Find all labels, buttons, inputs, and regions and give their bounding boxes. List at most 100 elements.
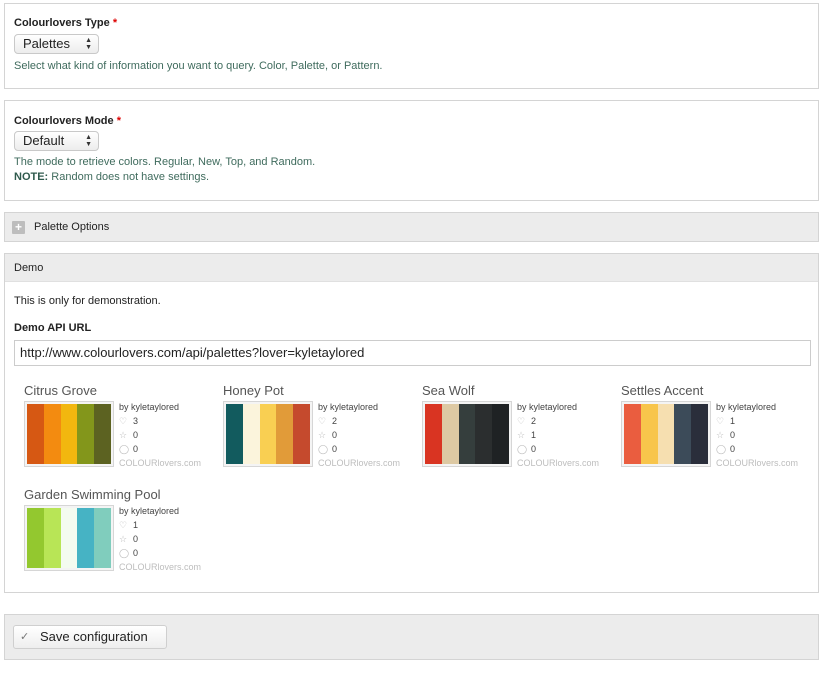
comment-icon: ◯ [517, 444, 528, 454]
palette-color-swatch [691, 404, 708, 464]
palette-color-swatch [640, 404, 658, 464]
like-count: 2 [332, 416, 338, 426]
palette-swatch[interactable] [24, 401, 114, 467]
check-icon: ✓ [20, 631, 30, 643]
comment-icon: ◯ [716, 444, 727, 454]
palette-color-swatch [60, 508, 78, 568]
comment-count: 0 [531, 444, 537, 454]
palette-meta: by kyletaylored ♡ 2 ☆ 1 ◯ 0 COLOURlovers.com [517, 400, 599, 470]
palette-color-swatch [425, 404, 442, 464]
favorite-count: 0 [332, 430, 338, 440]
star-icon: ☆ [517, 430, 526, 440]
palette-title[interactable]: Honey Pot [223, 383, 284, 398]
palette-swatch[interactable] [223, 401, 313, 467]
save-configuration-button[interactable]: ✓ Save configuration [13, 625, 167, 649]
palette-meta: by kyletaylored ♡ 3 ☆ 0 ◯ 0 COLOURlovers.com [119, 400, 201, 470]
type-fieldset: Colourlovers Type * Palettes ▲ ▼ Select w… [4, 3, 819, 89]
palette-swatch[interactable] [422, 401, 512, 467]
palette-author[interactable]: by kyletaylored [318, 400, 400, 414]
palette-color-swatch [293, 404, 310, 464]
demo-fieldset: Demo This is only for demonstration. Dem… [4, 253, 819, 593]
demo-intro: This is only for demonstration. [14, 295, 161, 307]
palette-swatch[interactable] [621, 401, 711, 467]
comment-count: 0 [133, 548, 139, 558]
like-count: 1 [133, 520, 139, 530]
palette-options-title: Palette Options [34, 221, 110, 233]
palette-author[interactable]: by kyletaylored [119, 400, 201, 414]
mode-select-value: Default [23, 133, 65, 148]
palette-color-swatch [242, 404, 260, 464]
comment-icon: ◯ [119, 548, 130, 558]
palette-color-swatch [226, 404, 243, 464]
palette-card[interactable]: Sea Wolf by kyletaylored ♡ 2 ☆ 1 ◯ 0 COLOURlover… [422, 383, 612, 481]
palette-color-swatch [475, 404, 493, 464]
palette-color-swatch [27, 508, 44, 568]
palette-color-swatch [94, 404, 111, 464]
favorite-count: 0 [133, 534, 139, 544]
palette-author[interactable]: by kyletaylored [119, 504, 201, 518]
palette-color-swatch [657, 404, 675, 464]
mode-select[interactable]: Default ▲ ▼ [14, 131, 99, 151]
palette-card[interactable]: Citrus Grove by kyletaylored ♡ 3 ☆ 0 ◯ 0 COLOURl… [24, 383, 214, 481]
palette-color-swatch [43, 404, 61, 464]
palette-color-swatch [492, 404, 509, 464]
palette-title[interactable]: Settles Accent [621, 383, 703, 398]
palette-meta: by kyletaylored ♡ 1 ☆ 0 ◯ 0 COLOURlovers.com [716, 400, 798, 470]
palette-color-swatch [458, 404, 476, 464]
palette-color-swatch [94, 508, 111, 568]
palette-color-swatch [77, 508, 95, 568]
expand-plus-icon: + [12, 221, 25, 234]
type-label: Colourlovers Type * [14, 17, 118, 29]
palette-card[interactable]: Garden Swimming Pool by kyletaylored ♡ 1 ☆ 0 ◯… [24, 487, 214, 585]
favorite-count: 0 [730, 430, 736, 440]
source-label[interactable]: COLOURlovers.com [716, 456, 798, 470]
palette-color-swatch [259, 404, 277, 464]
palette-color-swatch [77, 404, 95, 464]
api-url-input[interactable]: http://www.colourlovers.com/api/palettes… [14, 340, 811, 366]
palette-title[interactable]: Sea Wolf [422, 383, 475, 398]
source-label[interactable]: COLOURlovers.com [318, 456, 400, 470]
star-icon: ☆ [318, 430, 327, 440]
palette-author[interactable]: by kyletaylored [517, 400, 599, 414]
palette-card[interactable]: Settles Accent by kyletaylored ♡ 1 ☆ 0 ◯ 0 COLOU… [621, 383, 811, 481]
comment-count: 0 [332, 444, 338, 454]
palette-swatch[interactable] [24, 505, 114, 571]
heart-icon: ♡ [318, 416, 327, 426]
palette-title[interactable]: Garden Swimming Pool [24, 487, 161, 502]
palette-author[interactable]: by kyletaylored [716, 400, 798, 414]
heart-icon: ♡ [517, 416, 526, 426]
mode-note: NOTE: Random does not have settings. [14, 171, 210, 183]
palette-color-swatch [60, 404, 78, 464]
select-arrows-icon: ▲ ▼ [85, 134, 92, 148]
palette-options-toggle[interactable]: + Palette Options [4, 212, 819, 242]
star-icon: ☆ [119, 430, 128, 440]
star-icon: ☆ [716, 430, 725, 440]
heart-icon: ♡ [716, 416, 725, 426]
comment-count: 0 [133, 444, 139, 454]
palette-color-swatch [27, 404, 44, 464]
mode-label: Colourlovers Mode * [14, 115, 121, 127]
api-url-label: Demo API URL [14, 322, 92, 334]
source-label[interactable]: COLOURlovers.com [119, 456, 201, 470]
demo-header: Demo [5, 254, 818, 282]
palette-color-swatch [276, 404, 294, 464]
palette-color-swatch [674, 404, 692, 464]
type-select[interactable]: Palettes ▲ ▼ [14, 34, 99, 54]
mode-fieldset: Colourlovers Mode * Default ▲ ▼ The mode … [4, 100, 819, 201]
favorite-count: 1 [531, 430, 537, 440]
palette-color-swatch [43, 508, 61, 568]
mode-description: The mode to retrieve colors. Regular, Ne… [14, 156, 316, 168]
type-description: Select what kind of information you want… [14, 60, 383, 72]
comment-count: 0 [730, 444, 736, 454]
palette-title[interactable]: Citrus Grove [24, 383, 97, 398]
like-count: 3 [133, 416, 139, 426]
source-label[interactable]: COLOURlovers.com [517, 456, 599, 470]
demo-title: Demo [14, 262, 44, 274]
type-select-value: Palettes [23, 36, 70, 51]
palette-card[interactable]: Honey Pot by kyletaylored ♡ 2 ☆ 0 ◯ 0 COLOURlove… [223, 383, 413, 481]
favorite-count: 0 [133, 430, 139, 440]
palette-meta: by kyletaylored ♡ 2 ☆ 0 ◯ 0 COLOURlovers.com [318, 400, 400, 470]
source-label[interactable]: COLOURlovers.com [119, 560, 201, 574]
like-count: 1 [730, 416, 736, 426]
heart-icon: ♡ [119, 520, 128, 530]
